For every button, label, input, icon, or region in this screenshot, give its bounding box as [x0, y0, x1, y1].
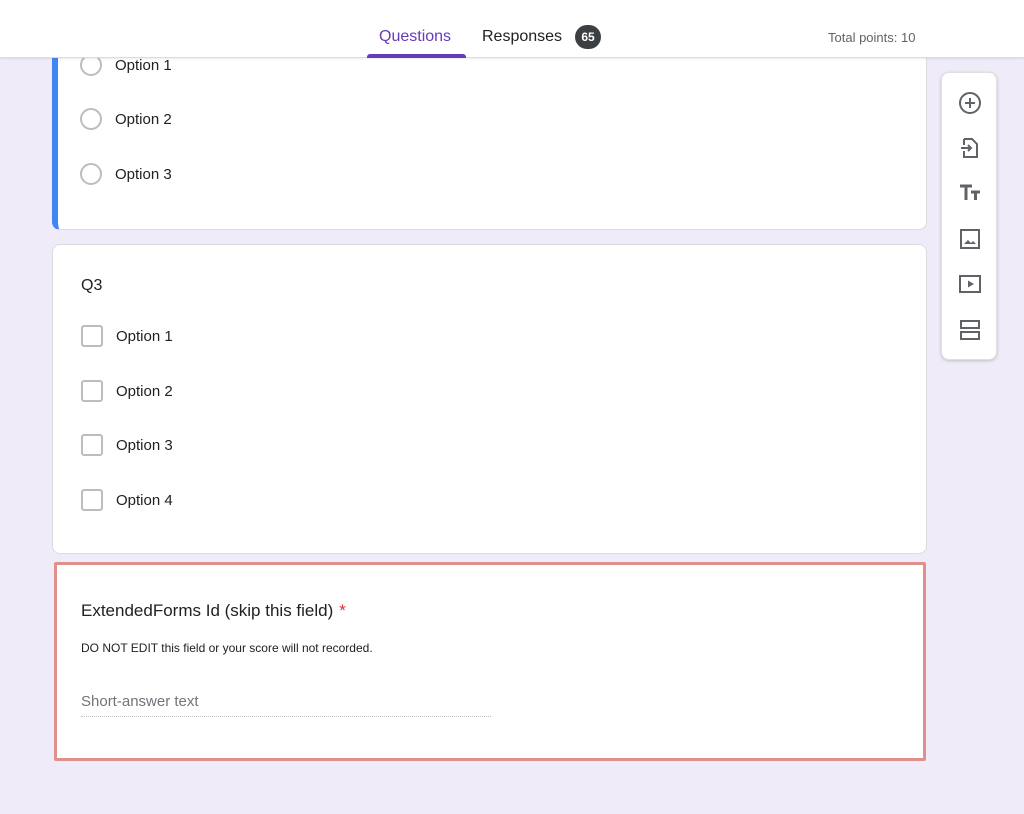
responses-count-badge: 65: [575, 25, 601, 49]
add-question-icon[interactable]: [956, 89, 984, 117]
checkbox-option[interactable]: Option 2: [81, 380, 173, 402]
checkbox[interactable]: [81, 434, 103, 456]
question-title: Q3: [81, 277, 103, 294]
checkbox-option[interactable]: Option 4: [81, 489, 173, 511]
question-card-multiple-choice[interactable]: Option 1 Option 2 Option 3: [52, 40, 927, 230]
checkbox[interactable]: [81, 325, 103, 347]
checkbox[interactable]: [81, 380, 103, 402]
option-label: Option 2: [116, 382, 173, 400]
checkbox[interactable]: [81, 489, 103, 511]
active-tab-indicator: [367, 54, 466, 58]
radio-button[interactable]: [80, 163, 102, 185]
tab-responses[interactable]: Responses: [482, 28, 562, 46]
total-points: Total points: 10: [828, 30, 916, 45]
top-bar: Questions Responses 65 Total points: 10: [0, 0, 1024, 58]
checkbox-option[interactable]: Option 3: [81, 434, 173, 456]
required-asterisk: *: [339, 601, 346, 620]
radio-option[interactable]: Option 3: [80, 163, 172, 185]
question-title: ExtendedForms Id (skip this field) *: [81, 601, 346, 621]
radio-option[interactable]: Option 2: [80, 108, 172, 130]
option-label: Option 1: [116, 327, 173, 345]
add-title-icon[interactable]: [956, 179, 984, 207]
add-section-icon[interactable]: [956, 316, 984, 344]
option-label: Option 3: [116, 436, 173, 454]
question-description: DO NOT EDIT this field or your score wil…: [81, 641, 373, 655]
option-label: Option 4: [116, 491, 173, 509]
question-card-q3[interactable]: Q3 Option 1 Option 2 Option 3 Option 4: [52, 244, 927, 554]
extended-forms-id-card[interactable]: ExtendedForms Id (skip this field) * DO N…: [54, 562, 926, 761]
add-image-icon[interactable]: [956, 225, 984, 253]
import-questions-icon[interactable]: [956, 134, 984, 162]
floating-toolbar: [941, 72, 997, 360]
option-label: Option 1: [115, 56, 172, 74]
checkbox-option[interactable]: Option 1: [81, 325, 173, 347]
add-video-icon[interactable]: [956, 270, 984, 298]
short-answer-field[interactable]: Short-answer text: [81, 693, 491, 717]
radio-button[interactable]: [80, 108, 102, 130]
title-text: ExtendedForms Id (skip this field): [81, 601, 334, 620]
option-label: Option 3: [115, 165, 172, 183]
tab-questions[interactable]: Questions: [379, 28, 451, 46]
option-label: Option 2: [115, 110, 172, 128]
